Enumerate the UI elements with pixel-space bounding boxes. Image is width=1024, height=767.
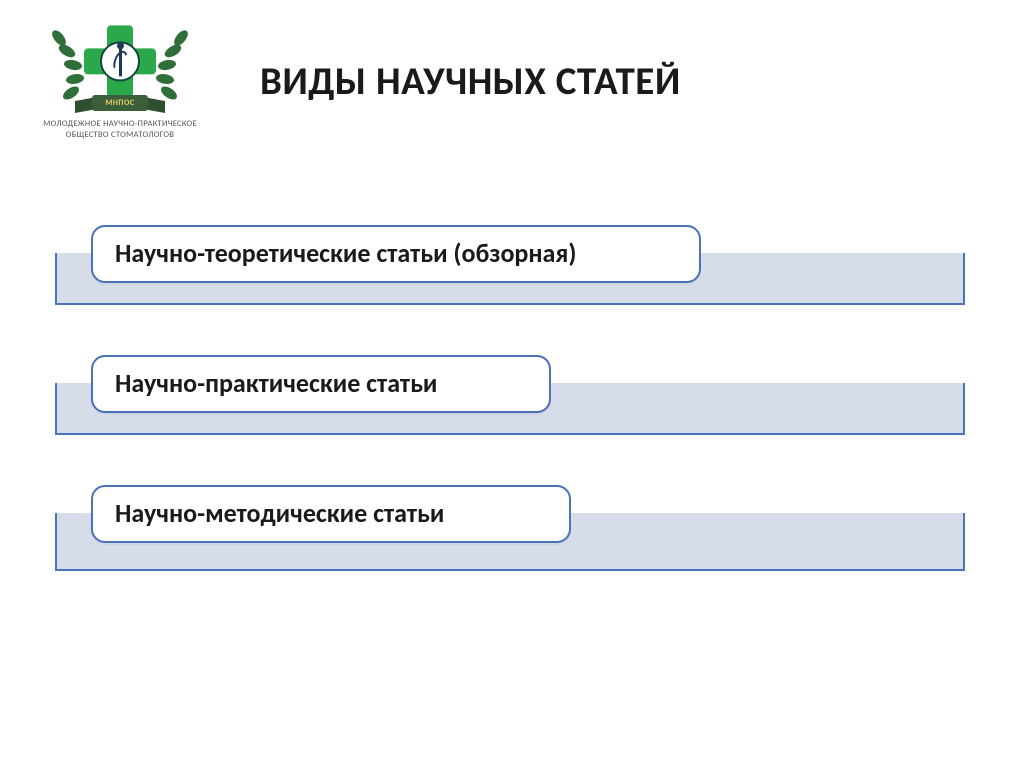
logo-caption-line: МОЛОДЕЖНОЕ НАУЧНО-ПРАКТИЧЕСКОЕ bbox=[15, 119, 225, 130]
logo-caption: МОЛОДЕЖНОЕ НАУЧНО-ПРАКТИЧЕСКОЕ ОБЩЕСТВО … bbox=[15, 119, 225, 140]
item-label: Научно-практические статьи bbox=[91, 355, 551, 413]
logo-caption-line: ОБЩЕСТВО СТОМАТОЛОГОВ bbox=[15, 130, 225, 141]
page-title: ВИДЫ НАУЧНЫХ СТАТЕЙ bbox=[260, 58, 681, 105]
item-label: Научно-теоретические статьи (обзорная) bbox=[91, 225, 701, 283]
list-item: Научно-практические статьи bbox=[55, 355, 965, 443]
article-types-list: Научно-теоретические статьи (обзорная) Н… bbox=[55, 225, 965, 573]
item-label: Научно-методические статьи bbox=[91, 485, 571, 543]
list-item: Научно-методические статьи bbox=[55, 485, 965, 573]
emblem-icon: МНПОС bbox=[35, 15, 205, 115]
list-item: Научно-теоретические статьи (обзорная) bbox=[55, 225, 965, 313]
ribbon-icon: МНПОС bbox=[75, 95, 165, 113]
ribbon-label: МНПОС bbox=[92, 95, 148, 111]
medical-cross-icon bbox=[84, 25, 156, 97]
organization-logo: МНПОС МОЛОДЕЖНОЕ НАУЧНО-ПРАКТИЧЕСКОЕ ОБЩ… bbox=[15, 15, 225, 140]
